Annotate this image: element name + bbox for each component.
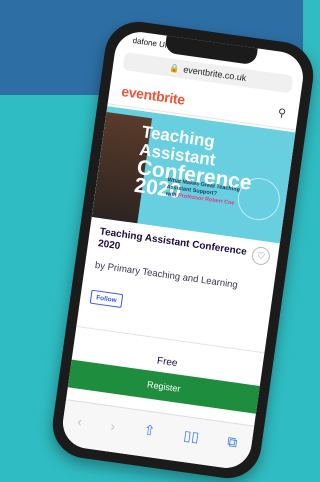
forward-icon[interactable]: › xyxy=(110,417,117,433)
lock-icon: 🔒 xyxy=(168,62,181,74)
banner-sub-with: with xyxy=(165,191,177,199)
tabs-icon[interactable]: ⧉ xyxy=(226,433,238,451)
back-icon[interactable]: ‹ xyxy=(76,413,83,429)
eventbrite-logo[interactable]: eventbrite xyxy=(121,82,187,107)
search-icon[interactable]: ⚲ xyxy=(277,106,287,120)
event-banner: Teaching Assistant Conference 2020 What … xyxy=(91,106,296,244)
heart-icon[interactable]: ♡ xyxy=(250,245,272,267)
url-text: eventbrite.co.uk xyxy=(182,64,247,84)
bookmarks-icon[interactable]: ▯▯ xyxy=(183,427,200,446)
share-icon[interactable]: ⇧ xyxy=(142,421,157,439)
follow-button[interactable]: Follow xyxy=(89,289,124,308)
